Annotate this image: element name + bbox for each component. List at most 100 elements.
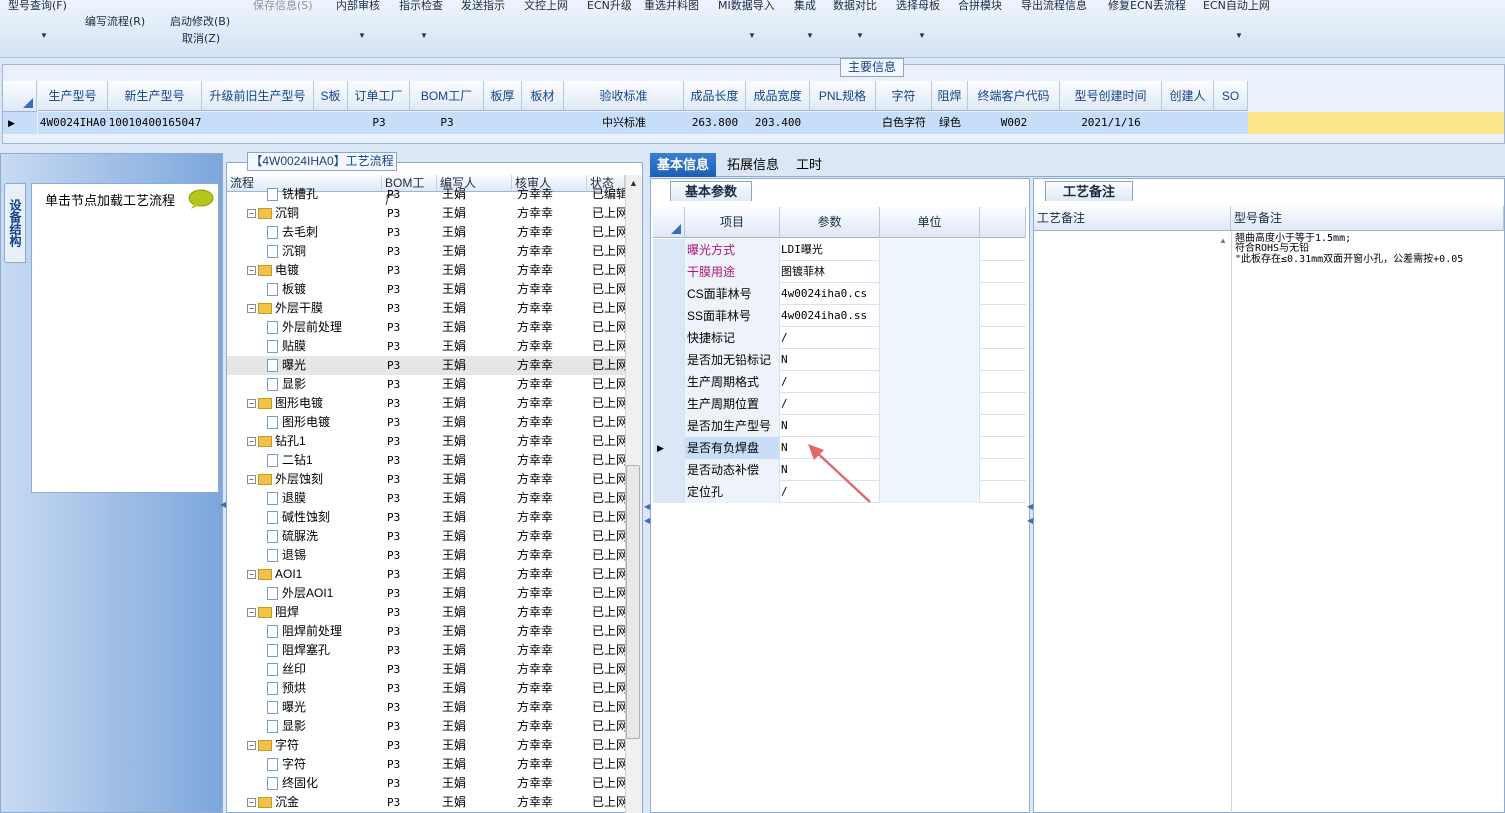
tree-scroll-thumb[interactable] [626,465,640,739]
tree-node[interactable]: − 外层干膜 [247,299,382,318]
tree-row[interactable]: 去毛刺 P3 王娟 方幸幸 已上网 [227,223,625,242]
main-info-column-header[interactable]: 创建人 [1162,81,1214,111]
param-value[interactable]: 4w0024iha0.ss [780,305,880,327]
toolbar-button[interactable]: 型号查询(F) [8,0,67,13]
main-info-cell[interactable] [314,112,348,134]
main-info-cell[interactable] [484,112,522,134]
main-info-column-header[interactable]: SO [1214,81,1248,111]
chevron-down-icon[interactable]: ▼ [40,31,48,40]
tree-row[interactable]: 显影 P3 王娟 方幸幸 已上网 [227,375,625,394]
toolbar-button[interactable]: 选择母板 [896,0,940,13]
param-unit[interactable] [880,349,980,371]
params-row[interactable]: 是否加无铅标记 N [653,349,1026,371]
param-unit[interactable] [880,481,980,503]
params-row[interactable]: SS面菲林号 4w0024iha0.ss [653,305,1026,327]
scroll-up-icon[interactable]: ▲ [629,178,638,188]
param-value[interactable]: / [780,327,880,349]
tree-row[interactable]: 贴膜 P3 王娟 方幸幸 已上网 [227,337,625,356]
main-info-cell[interactable] [810,112,876,134]
main-info-column-header[interactable]: 字符 [876,81,932,111]
collapse-icon[interactable]: − [247,304,256,314]
main-info-column-header[interactable]: 型号创建时间 [1060,81,1162,111]
params-column-header[interactable]: 项目 [685,207,780,238]
tree-row[interactable]: 铣槽孔 P3 王娟 方幸幸 已编辑 [227,185,625,204]
tree-row[interactable]: − 字符 P3 王娟 方幸幸 已上网 [227,736,625,755]
tree-node[interactable]: 阻焊塞孔 [267,641,382,660]
tree-node[interactable]: 阻焊前处理 [267,622,382,641]
tree-node[interactable]: 图形电镀 [267,413,382,432]
toolbar-button[interactable]: 合拼模块 [958,0,1002,13]
chevron-down-icon[interactable]: ▼ [856,31,864,40]
splitter-handle[interactable]: ◀ ◀ [644,500,650,560]
tree-row[interactable]: − 阻焊 P3 王娟 方幸幸 已上网 [227,603,625,622]
toolbar-button[interactable]: 重选并料图 [644,0,699,13]
tree-row[interactable]: 退锡 P3 王娟 方幸幸 已上网 [227,546,625,565]
main-info-column-header[interactable]: 成品长度 [684,81,746,111]
param-unit[interactable] [880,459,980,481]
tree-node[interactable]: 曝光 [267,698,382,717]
main-info-cell[interactable]: 2021/1/16 [1060,112,1162,134]
params-column-header[interactable]: 参数 [780,207,880,238]
tree-row[interactable]: 外层前处理 P3 王娟 方幸幸 已上网 [227,318,625,337]
collapse-icon[interactable]: − [247,798,256,808]
toolbar-button[interactable]: 内部审核 [336,0,380,13]
collapse-icon[interactable]: − [247,475,256,485]
toolbar-button[interactable]: ECN升级 [587,0,632,13]
tree-node[interactable]: − 外层蚀刻 [247,470,382,489]
param-unit[interactable] [880,437,980,459]
param-unit[interactable] [880,371,980,393]
tree-row[interactable]: 板镀 P3 王娟 方幸幸 已上网 [227,280,625,299]
tree-row[interactable]: − 钻孔1 P3 王娟 方幸幸 已上网 [227,432,625,451]
param-unit[interactable] [880,415,980,437]
tab-extended-info[interactable]: 拓展信息 [720,153,786,177]
tree-node[interactable]: 丝印 [267,660,382,679]
param-value[interactable]: N [780,349,880,371]
main-info-cell[interactable]: P3 [348,112,410,134]
tree-node[interactable]: − 沉铜 [247,204,382,223]
tree-row[interactable]: 终固化 P3 王娟 方幸幸 已上网 [227,774,625,793]
chevron-down-icon[interactable]: ▼ [806,31,814,40]
collapse-icon[interactable]: − [247,437,256,447]
tree-row[interactable]: 预烘 P3 王娟 方幸幸 已上网 [227,679,625,698]
main-info-column-header[interactable]: 验收标准 [564,81,684,111]
chevron-down-icon[interactable]: ▼ [918,31,926,40]
toolbar-button[interactable]: 发送指示 [461,0,505,13]
param-unit[interactable] [880,239,980,261]
tree-node[interactable]: 外层前处理 [267,318,382,337]
tree-row[interactable]: 曝光 P3 王娟 方幸幸 已上网 [227,698,625,717]
main-info-cell[interactable] [522,112,564,134]
collapse-icon[interactable]: − [247,209,256,219]
toolbar-button[interactable]: 数据对比 [833,0,877,13]
toolbar-button[interactable]: 文控上网 [524,0,568,13]
tree-node[interactable]: 二钻1 [267,451,382,470]
param-unit[interactable] [880,393,980,415]
tree-node[interactable]: 碱性蚀刻 [267,508,382,527]
tree-row[interactable]: 图形电镀 P3 王娟 方幸幸 已上网 [227,413,625,432]
main-info-cell[interactable]: 263.800 [684,112,746,134]
toolbar-button[interactable]: 编写流程(R) [85,13,145,29]
tree-row[interactable]: − 沉铜 P3 王娟 方幸幸 已上网 [227,204,625,223]
tree-node[interactable]: 预烘 [267,679,382,698]
param-value[interactable]: 4w0024iha0.cs [780,283,880,305]
chevron-down-icon[interactable]: ▼ [748,31,756,40]
toolbar-button[interactable]: 保存信息(S) [253,0,313,13]
main-info-column-header[interactable]: 生产型号 [38,81,108,111]
tree-node[interactable]: 板镀 [267,280,382,299]
main-info-cell[interactable]: 白色字符 [876,112,932,134]
tree-node[interactable]: 硫脲洗 [267,527,382,546]
main-info-column-header[interactable]: 订单工厂 [348,81,410,111]
tree-node[interactable]: − 阻焊 [247,603,382,622]
tree-row[interactable]: 碱性蚀刻 P3 王娟 方幸幸 已上网 [227,508,625,527]
collapse-icon[interactable]: − [247,608,256,618]
main-info-cell[interactable] [202,112,314,134]
tree-node[interactable]: − 图形电镀 [247,394,382,413]
param-value[interactable]: / [780,393,880,415]
tree-node[interactable]: 沉铜 [267,242,382,261]
main-info-cell[interactable] [1162,112,1214,134]
tree-node[interactable]: − AOI1 [247,565,382,584]
main-info-cell[interactable]: 中兴标准 [564,112,684,134]
splitter-handle[interactable]: ◀ [220,500,226,540]
param-unit[interactable] [880,261,980,283]
param-value[interactable]: LDI曝光 [780,239,880,261]
main-info-column-header[interactable]: 新生产型号 [108,81,202,111]
